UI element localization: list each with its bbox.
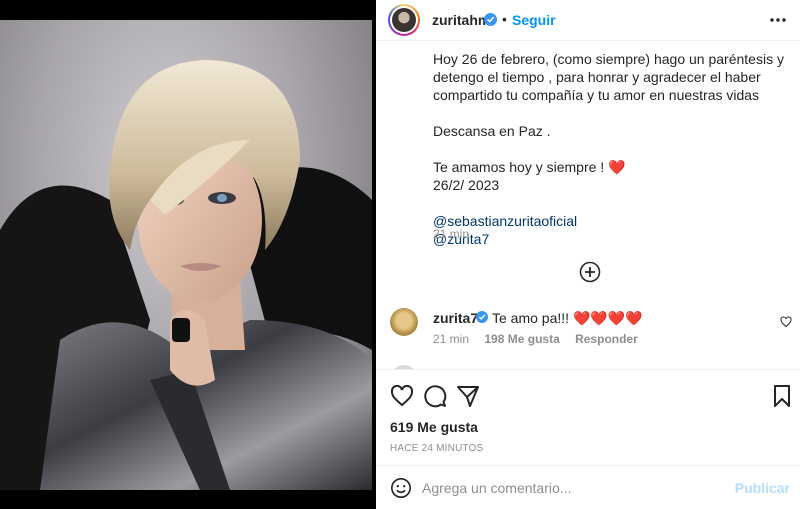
emoji-icon[interactable] <box>390 477 412 499</box>
comment-likes[interactable]: 198 Me gusta <box>484 332 559 346</box>
send-icon[interactable] <box>456 384 480 408</box>
caption-line: Hoy 26 de febrero, (como siempre) hago u… <box>433 51 784 103</box>
comment-meta: 21 min 198 Me gusta Responder <box>433 332 650 346</box>
reply-button[interactable]: Responder <box>575 332 638 346</box>
caption-date: 26/2/ 2023 <box>433 177 500 193</box>
post-header: zuritahm • Seguir <box>376 0 800 41</box>
likes-count[interactable]: 619 Me gusta <box>390 419 478 435</box>
verified-badge-icon <box>484 13 497 26</box>
heart-icon[interactable] <box>780 316 792 328</box>
author-avatar[interactable] <box>388 4 420 36</box>
caption-line: Te amamos hoy y siempre ! ❤️ <box>433 158 785 176</box>
separator-dot: • <box>502 11 507 27</box>
comment-icon[interactable] <box>423 384 447 408</box>
portrait-image <box>0 60 372 490</box>
post-panel: zuritahm • Seguir Hoy 26 de febrero, (co… <box>376 0 800 509</box>
caption-line: Descansa en Paz . <box>433 123 551 139</box>
author-username[interactable]: zuritahm <box>432 12 490 28</box>
post-photo[interactable] <box>0 20 372 490</box>
post-actions: 619 Me gusta HACE 24 MINUTOS Publicar <box>376 369 800 509</box>
caption-text: Te amamos hoy y siempre ! <box>433 159 609 175</box>
more-options-icon[interactable] <box>768 10 788 30</box>
comment-body: Te amo pa!!! <box>492 310 573 326</box>
comment-time: 21 min <box>433 332 470 346</box>
commenter-avatar[interactable] <box>390 308 418 336</box>
post-media <box>0 0 376 509</box>
caption-timestamp: 21 min <box>433 227 470 241</box>
publish-button[interactable]: Publicar <box>735 480 790 496</box>
comment-input[interactable] <box>422 476 722 500</box>
comment-text: Te amo pa!!! ❤️❤️❤️❤️ <box>492 310 643 327</box>
comment-composer: Publicar <box>376 465 800 509</box>
plus-circle-icon[interactable] <box>579 261 601 283</box>
comments-area[interactable]: Hoy 26 de febrero, (como siempre) hago u… <box>376 41 800 369</box>
heart-icon[interactable] <box>390 384 414 408</box>
verified-badge-icon <box>476 311 488 323</box>
hearts-emoji: ❤️❤️❤️❤️ <box>572 310 643 326</box>
bookmark-icon[interactable] <box>770 384 794 408</box>
follow-button[interactable]: Seguir <box>512 12 556 28</box>
post-age: HACE 24 MINUTOS <box>390 443 484 454</box>
commenter-username[interactable]: zurita7 <box>433 310 478 326</box>
post-caption: Hoy 26 de febrero, (como siempre) hago u… <box>433 50 785 248</box>
heart-emoji: ❤️ <box>608 159 626 175</box>
